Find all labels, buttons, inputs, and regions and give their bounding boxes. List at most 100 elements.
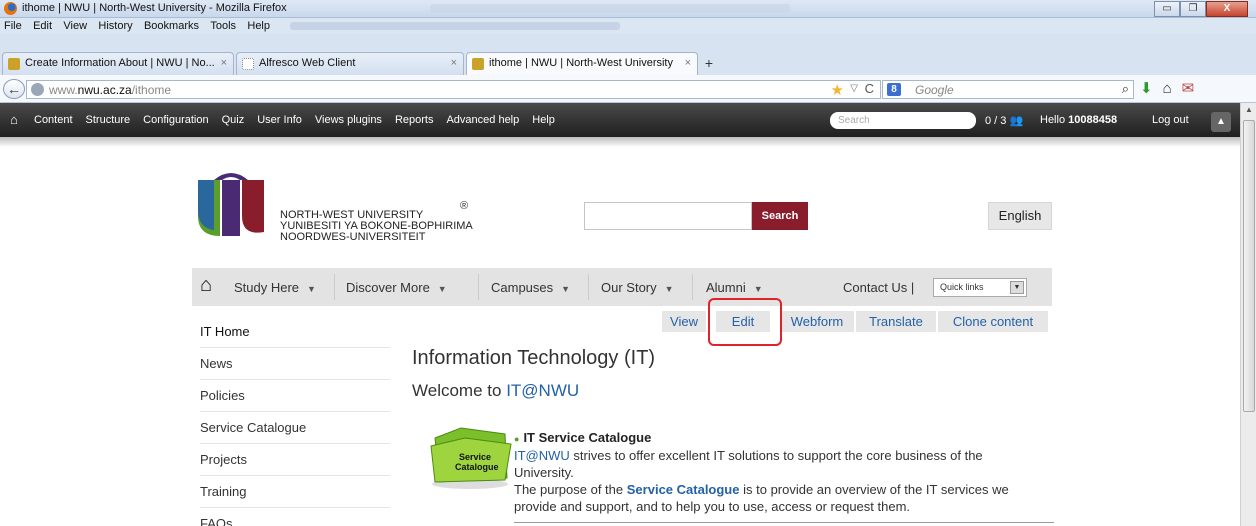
sidebar-item-it-home[interactable]: IT Home	[200, 316, 390, 348]
menu-bookmarks[interactable]: Bookmarks	[144, 20, 199, 32]
minimize-button[interactable]: ▭	[1154, 1, 1180, 17]
tab-webform[interactable]: Webform	[780, 311, 854, 332]
logout-link[interactable]: Log out	[1152, 114, 1189, 126]
search-magnifier-icon[interactable]: ⌕	[1122, 81, 1129, 97]
language-button[interactable]: English	[988, 202, 1052, 230]
welcome-heading: Welcome to IT@NWU	[412, 381, 580, 400]
admin-menu-views-plugins[interactable]: Views plugins	[315, 114, 382, 126]
maximize-button[interactable]: ❐	[1180, 1, 1206, 17]
admin-menu-advanced-help[interactable]: Advanced help	[446, 114, 519, 126]
window-titlebar: ithome | NWU | North-West University - M…	[0, 0, 1256, 18]
nwu-favicon-icon	[8, 58, 20, 70]
site-identity-icon[interactable]	[31, 83, 44, 96]
site-home-icon[interactable]: ⌂	[200, 275, 212, 295]
tab-label: Alfresco Web Client	[259, 57, 356, 69]
it-nwu-link[interactable]: IT@NWU	[506, 381, 579, 400]
admin-menu-help[interactable]: Help	[532, 114, 555, 126]
menu-tools[interactable]: Tools	[210, 20, 236, 32]
svg-text:Catalogue: Catalogue	[455, 462, 499, 472]
close-window-button[interactable]: X	[1206, 1, 1248, 17]
service-catalogue-folder-icon[interactable]: Service Catalogue	[425, 420, 515, 490]
quick-links-select[interactable]: Quick links ▼	[933, 278, 1027, 297]
search-placeholder: Google	[915, 83, 954, 97]
menu-view[interactable]: View	[63, 20, 87, 32]
nav-campuses[interactable]: Campuses ▼	[491, 280, 570, 295]
chevron-down-icon: ▼	[664, 284, 674, 294]
scroll-up-icon[interactable]: ▲	[1243, 105, 1255, 119]
sidebar-item-service-catalogue[interactable]: Service Catalogue	[200, 412, 390, 444]
close-tab-icon[interactable]: ×	[685, 53, 691, 74]
background-window-ribbon	[290, 22, 620, 30]
chevron-down-icon[interactable]: ▼	[1010, 281, 1024, 294]
nav-our-story[interactable]: Our Story ▼	[601, 280, 674, 295]
tab-ithome[interactable]: ithome | NWU | North-West University ×	[466, 52, 698, 76]
admin-menu-configuration[interactable]: Configuration	[143, 114, 208, 126]
google-engine-icon[interactable]: 8	[887, 83, 901, 96]
tab-create-information[interactable]: Create Information About | NWU | No... ×	[2, 52, 234, 75]
browser-search-box[interactable]: 8 Google ⌕	[882, 80, 1134, 99]
admin-menu-content[interactable]: Content	[34, 114, 73, 126]
bullet-icon: ●	[514, 434, 520, 444]
tab-bar: Create Information About | NWU | No... ×…	[0, 34, 1256, 76]
service-catalogue-text: IT@NWU strives to offer excellent IT sol…	[514, 447, 1034, 515]
nwu-favicon-icon	[472, 58, 484, 70]
nav-alumni[interactable]: Alumni ▼	[706, 280, 763, 295]
home-icon[interactable]: ⌂	[1163, 80, 1172, 98]
sidebar-item-faqs[interactable]: FAQs	[200, 508, 390, 526]
nav-study-here[interactable]: Study Here ▼	[234, 280, 316, 295]
close-tab-icon[interactable]: ×	[221, 53, 227, 74]
tab-label: ithome | NWU | North-West University	[489, 57, 673, 69]
menu-history[interactable]: History	[98, 20, 132, 32]
registered-mark: ®	[460, 200, 469, 212]
menu-help[interactable]: Help	[247, 20, 270, 32]
menu-edit[interactable]: Edit	[33, 20, 52, 32]
admin-menu-quiz[interactable]: Quiz	[222, 114, 245, 126]
url-bar[interactable]: www.nwu.ac.za/ithome ★ ▽ C	[26, 80, 881, 99]
menu-bar: File Edit View History Bookmarks Tools H…	[0, 18, 1256, 34]
paragraph-1-text: strives to offer excellent IT solutions …	[514, 448, 983, 480]
bookmark-star-icon[interactable]: ★	[831, 81, 844, 99]
service-catalogue-link[interactable]: Service Catalogue	[627, 482, 740, 497]
admin-menu-reports[interactable]: Reports	[395, 114, 434, 126]
new-tab-button[interactable]: +	[698, 53, 720, 74]
firefox-logo-icon	[4, 2, 17, 15]
close-tab-icon[interactable]: ×	[451, 53, 457, 74]
it-nwu-inline-link[interactable]: IT@NWU	[514, 448, 570, 463]
university-name: NORTH-WEST UNIVERSITY YUNIBESITI YA BOKO…	[280, 210, 473, 243]
sidebar-item-training[interactable]: Training	[200, 476, 390, 508]
sidebar-item-policies[interactable]: Policies	[200, 380, 390, 412]
sidebar-item-news[interactable]: News	[200, 348, 390, 380]
page-scrollbar[interactable]: ▲	[1240, 103, 1256, 526]
tab-translate[interactable]: Translate	[856, 311, 936, 332]
tab-clone-content[interactable]: Clone content	[938, 311, 1048, 332]
tab-alfresco[interactable]: Alfresco Web Client ×	[236, 52, 464, 75]
addon-icon[interactable]: ✉	[1182, 80, 1195, 98]
toolbar-toggle-icon[interactable]: ▲	[1211, 112, 1231, 132]
page-title: Information Technology (IT)	[412, 347, 656, 369]
admin-toolbar: ⌂ Content Structure Configuration Quiz U…	[0, 103, 1240, 137]
chevron-down-icon: ▼	[437, 284, 447, 294]
scrollbar-thumb[interactable]	[1243, 120, 1255, 412]
chevron-down-icon: ▼	[753, 284, 763, 294]
reload-icon[interactable]: C	[865, 81, 874, 96]
hello-user: Hello 10088458	[1040, 114, 1118, 126]
back-button[interactable]: ←	[3, 79, 25, 99]
background-window-title	[430, 4, 790, 13]
nav-contact-us[interactable]: Contact Us |	[843, 280, 914, 295]
url-dropdown-icon[interactable]: ▽	[850, 83, 858, 94]
sidebar-item-projects[interactable]: Projects	[200, 444, 390, 476]
quick-links-label: Quick links	[940, 282, 984, 292]
nav-discover-more[interactable]: Discover More ▼	[346, 280, 447, 295]
site-search-button[interactable]: Search	[752, 202, 808, 230]
alfresco-favicon-icon	[242, 58, 254, 70]
site-search-input[interactable]	[584, 202, 752, 230]
menu-file[interactable]: File	[4, 20, 22, 32]
toolbar-shadow	[0, 137, 1240, 147]
nwu-logo[interactable]	[192, 170, 270, 242]
tab-view[interactable]: View	[662, 311, 706, 332]
admin-menu-structure[interactable]: Structure	[86, 114, 131, 126]
admin-menu-user-info[interactable]: User Info	[257, 114, 302, 126]
admin-home-icon[interactable]: ⌂	[10, 112, 18, 127]
admin-search-input[interactable]: Search	[830, 112, 976, 129]
download-icon[interactable]: ⬇	[1140, 80, 1153, 98]
